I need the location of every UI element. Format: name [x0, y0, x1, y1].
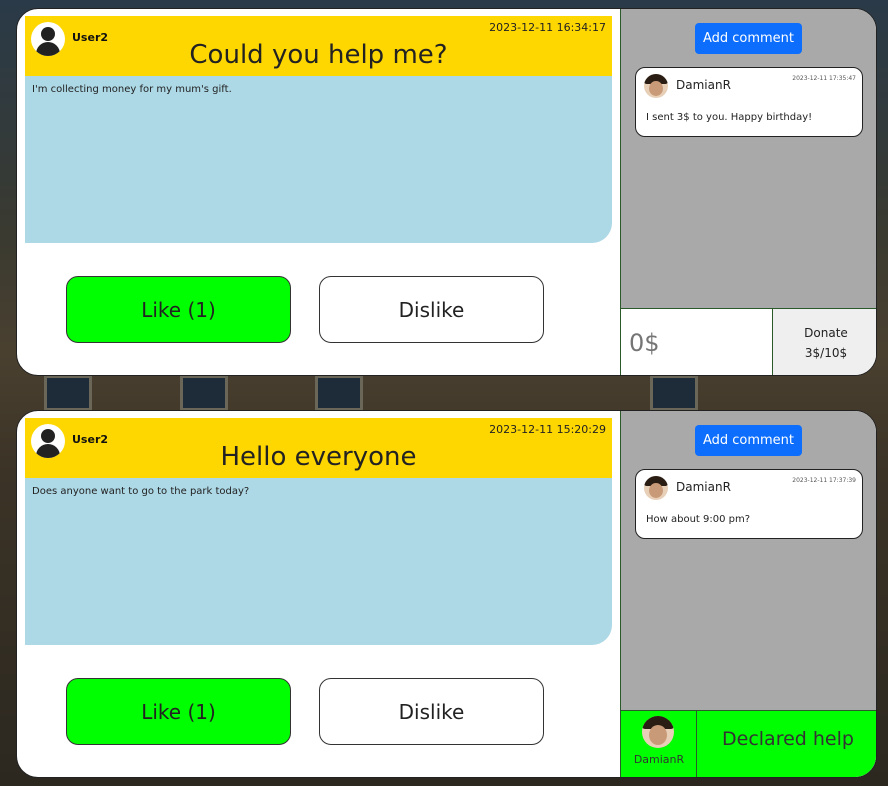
post-header: User2 2023-12-11 16:34:17 Could you help… — [25, 16, 612, 76]
post-title: Could you help me? — [189, 40, 448, 70]
post-body: I'm collecting money for my mum's gift. — [25, 76, 612, 243]
commenter-avatar-icon — [644, 74, 668, 98]
donate-amount-input[interactable] — [621, 309, 773, 375]
comment-card: DamianR 2023-12-11 17:37:39 How about 9:… — [635, 469, 863, 539]
comment-timestamp: 2023-12-11 17:37:39 — [792, 477, 856, 484]
helper-name: DamianR — [633, 753, 685, 766]
post-title: Hello everyone — [220, 442, 417, 472]
background-window — [315, 375, 363, 411]
comment-text: I sent 3$ to you. Happy birthday! — [646, 112, 813, 123]
comments-panel: Add comment DamianR 2023-12-11 17:37:39 … — [620, 411, 876, 777]
comments-panel: Add comment DamianR 2023-12-11 17:35:47 … — [620, 9, 876, 375]
dislike-button[interactable]: Dislike — [319, 276, 544, 343]
post-card: User2 2023-12-11 15:20:29 Hello everyone… — [16, 410, 877, 778]
declared-help-row: DamianR Declared help — [621, 710, 876, 777]
comment-card: DamianR 2023-12-11 17:35:47 I sent 3$ to… — [635, 67, 863, 137]
add-comment-button[interactable]: Add comment — [695, 23, 802, 54]
donate-label: Donate — [804, 326, 848, 340]
donate-row: Donate 3$/10$ — [621, 308, 876, 375]
like-button[interactable]: Like (1) — [66, 678, 291, 745]
post-card: User2 2023-12-11 16:34:17 Could you help… — [16, 8, 877, 376]
comment-text: How about 9:00 pm? — [646, 514, 751, 525]
post-body: Does anyone want to go to the park today… — [25, 478, 612, 645]
post-timestamp: 2023-12-11 15:20:29 — [489, 423, 606, 436]
dislike-button[interactable]: Dislike — [319, 678, 544, 745]
post-header: User2 2023-12-11 15:20:29 Hello everyone — [25, 418, 612, 478]
commenter-avatar-icon — [644, 476, 668, 500]
comment-author: DamianR — [676, 480, 731, 494]
background-window — [650, 375, 698, 411]
background-window — [44, 375, 92, 411]
helper[interactable]: DamianR — [621, 711, 697, 777]
donate-progress: 3$/10$ — [804, 346, 848, 360]
comment-timestamp: 2023-12-11 17:35:47 — [792, 75, 856, 82]
declared-help-status: Declared help — [722, 727, 854, 750]
post-timestamp: 2023-12-11 16:34:17 — [489, 21, 606, 34]
donate-button[interactable]: Donate 3$/10$ — [773, 309, 876, 375]
helper-avatar-icon — [642, 716, 674, 748]
comment-author: DamianR — [676, 78, 731, 92]
like-button[interactable]: Like (1) — [66, 276, 291, 343]
add-comment-button[interactable]: Add comment — [695, 425, 802, 456]
background-window — [180, 375, 228, 411]
